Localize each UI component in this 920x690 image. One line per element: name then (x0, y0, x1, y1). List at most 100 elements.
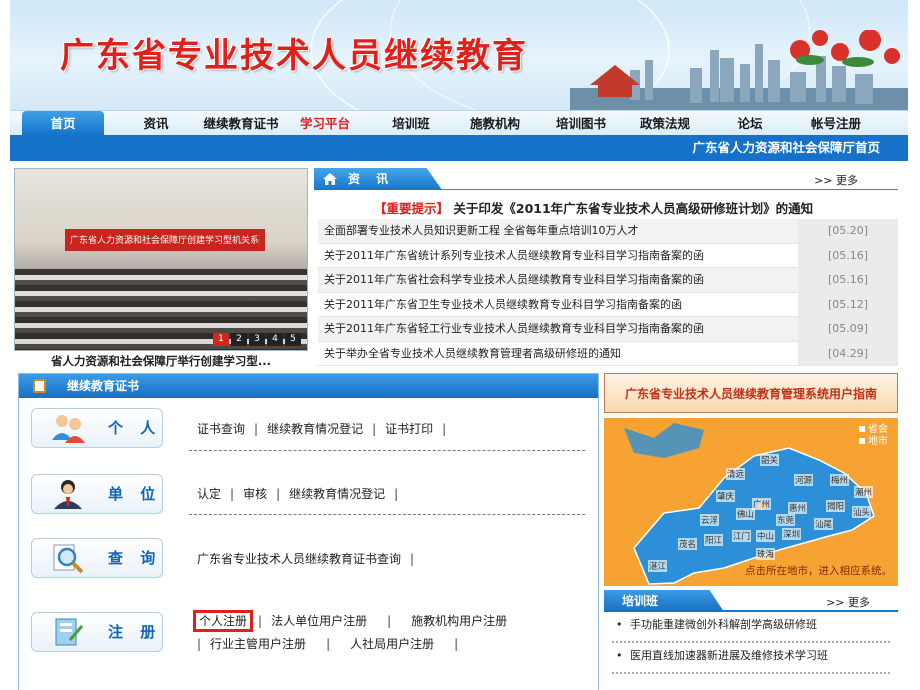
city-zhuhai[interactable]: 珠海 (756, 548, 776, 560)
news-item-date: [05.20] (798, 219, 898, 243)
user-guide-link[interactable]: 广东省专业技术人员继续教育管理系统用户指南 (604, 373, 898, 413)
city-shantou[interactable]: 汕头 (852, 506, 872, 518)
link-industry-admin-register[interactable]: 行业主管用户注册 (210, 637, 306, 651)
city-zhanjiang[interactable]: 湛江 (648, 560, 668, 572)
news-item-title[interactable]: 关于2011年广东省统计系列专业技术人员继续教育专业科目学习指南备案的函 (318, 244, 798, 268)
news-item[interactable]: 关于2011年广东省统计系列专业技术人员继续教育专业科目学习指南备案的函 [05.… (318, 243, 898, 268)
link-personal-register[interactable]: 个人注册 (192, 610, 254, 632)
important-notice[interactable]: 【重要提示】 关于印发《2011年广东省专业技术人员高级研修班计划》的通知 (374, 198, 813, 217)
divider (189, 514, 585, 515)
nav-policies[interactable]: 政策法规 (630, 111, 700, 136)
news-item-date: [05.12] (798, 292, 898, 316)
training-panel: 培训班 >> 更多 手功能重建微创外科解剖学高级研修班 医用直线加速器新进展及维… (604, 590, 898, 690)
query-button[interactable]: 查 询 (31, 538, 163, 578)
link-education-record[interactable]: 继续教育情况登记 (267, 422, 363, 436)
link-institution-register[interactable]: 施教机构用户注册 (411, 614, 507, 628)
training-title[interactable]: 培训班 (604, 590, 724, 612)
nav-training[interactable]: 培训班 (380, 111, 442, 136)
city-zhongshan[interactable]: 中山 (756, 530, 776, 542)
unit-links: 认定 | 审核 | 继续教育情况登记 | (197, 487, 399, 501)
city-shaoguan[interactable]: 韶关 (760, 454, 780, 466)
link-certificate-query[interactable]: 证书查询 (197, 422, 245, 436)
news-item-title[interactable]: 关于2011年广东省卫生专业技术人员继续教育专业科目学习指南备案的函 (318, 293, 798, 317)
photo-page-4[interactable]: 4 (267, 333, 283, 346)
nav-news[interactable]: 资讯 (128, 111, 184, 136)
news-item[interactable]: 全面部署专业技术人员知识更新工程 全省每年重点培训10万人才 [05.20] (318, 219, 898, 244)
nav-forum[interactable]: 论坛 (722, 111, 778, 136)
link-review[interactable]: 审核 (243, 487, 267, 501)
news-item-title[interactable]: 关于举办全省专业技术人员继续教育管理者高级研修班的通知 (318, 342, 798, 366)
nav-home[interactable]: 首页 (22, 111, 104, 136)
link-accreditation[interactable]: 认定 (197, 487, 221, 501)
training-item[interactable]: 医用直线加速器新进展及维修技术学习班 (612, 643, 890, 674)
photo-page-2[interactable]: 2 (231, 333, 247, 346)
city-dongguan[interactable]: 东莞 (776, 514, 796, 526)
news-item-title[interactable]: 关于2011年广东省社会科学专业技术人员继续教育专业科目学习指南备案的函 (318, 268, 798, 292)
link-provincial-certificate-query[interactable]: 广东省专业技术人员继续教育证书查询 (197, 552, 401, 566)
training-more-link[interactable]: >> 更多 (826, 594, 870, 610)
city-shenzhen[interactable]: 深圳 (782, 528, 802, 540)
training-item[interactable]: 手功能重建微创外科解剖学高级研修班 (612, 612, 890, 643)
city-yangjiang[interactable]: 阳江 (704, 534, 724, 546)
news-tab[interactable]: 资 讯 (314, 168, 442, 190)
news-item[interactable]: 关于2011年广东省卫生专业技术人员继续教育专业科目学习指南备案的函 [05.12… (318, 292, 898, 317)
query-links: 广东省专业技术人员继续教育证书查询 | (197, 552, 415, 566)
photo-page-5[interactable]: 5 (285, 333, 301, 346)
header-banner: 广东省专业技术人员继续教育 (10, 0, 908, 110)
city-meizhou[interactable]: 梅州 (830, 474, 850, 486)
link-legal-entity-register[interactable]: 法人单位用户注册 (271, 614, 367, 628)
city-qingyuan[interactable]: 清远 (726, 468, 746, 480)
news-item[interactable]: 关于2011年广东省社会科学专业技术人员继续教育专业科目学习指南备案的函 [05.… (318, 268, 898, 293)
unit-button[interactable]: 单 位 (31, 474, 163, 514)
city-heyuan[interactable]: 河源 (794, 474, 814, 486)
magnifier-icon (53, 544, 84, 574)
nav-account-register[interactable]: 帐号注册 (800, 111, 872, 136)
news-item-title[interactable]: 全面部署专业技术人员知识更新工程 全省每年重点培训10万人才 (318, 219, 798, 243)
divider (189, 450, 585, 451)
training-header: 培训班 >> 更多 (604, 590, 898, 612)
news-item[interactable]: 关于举办全省专业技术人员继续教育管理者高级研修班的通知 [04.29] (318, 341, 898, 366)
city-skyline-illustration (570, 30, 908, 110)
city-jiangmen[interactable]: 江门 (732, 530, 752, 542)
news-panel: 资 讯 >> 更多 【重要提示】 关于印发《2011年广东省专业技术人员高级研修… (314, 168, 898, 366)
register-links-row-2: | 行业主管用户注册 | 人社局用户注册 | (197, 637, 459, 651)
unit-label: 单 位 (108, 485, 162, 503)
notice-text: 关于印发《2011年广东省专业技术人员高级研修班计划》的通知 (453, 201, 814, 216)
users-icon (52, 415, 85, 443)
nav-books[interactable]: 培训图书 (546, 111, 616, 136)
nav-learning-platform[interactable]: 学习平台 (292, 111, 358, 136)
business-person-icon (54, 480, 82, 509)
map-legend: 省会 地市 (859, 424, 888, 448)
city-maoming[interactable]: 茂名 (678, 538, 698, 550)
personal-label: 个 人 (108, 419, 162, 437)
news-item[interactable]: 关于2011年广东省轻工行业专业技术人员继续教育专业科目学习指南备案的函 [05.… (318, 317, 898, 342)
photo-page-1[interactable]: 1 (213, 333, 229, 346)
nav-certificate[interactable]: 继续教育证书 (196, 111, 286, 136)
city-zhaoqing[interactable]: 肇庆 (716, 490, 736, 502)
personal-button[interactable]: 个 人 (31, 408, 163, 448)
register-button[interactable]: 注 册 (31, 612, 163, 652)
photo-caption[interactable]: 省人力资源和社会保障厅举行创建学习型... (14, 353, 308, 369)
site-title: 广东省专业技术人员继续教育 (60, 36, 528, 76)
hrss-home-link[interactable]: 广东省人力资源和社会保障厅首页 (692, 135, 880, 161)
link-certificate-print[interactable]: 证书打印 (385, 422, 433, 436)
city-chaozhou[interactable]: 潮州 (854, 486, 874, 498)
city-yunfu[interactable]: 云浮 (700, 514, 720, 526)
photo-page-3[interactable]: 3 (249, 333, 265, 346)
link-hrss-bureau-register[interactable]: 人社局用户注册 (350, 637, 434, 651)
news-item-title[interactable]: 关于2011年广东省轻工行业专业技术人员继续教育专业科目学习指南备案的函 (318, 317, 798, 341)
certificate-header: 继续教育证书 (19, 374, 598, 398)
city-huizhou[interactable]: 惠州 (788, 502, 808, 514)
home-icon (323, 173, 337, 185)
link-unit-education-record[interactable]: 继续教育情况登记 (289, 487, 385, 501)
news-more-link[interactable]: >> 更多 (814, 172, 858, 188)
register-links-row-1: 个人注册 | 法人单位用户注册 | 施教机构用户注册 (192, 610, 508, 632)
city-foshan[interactable]: 佛山 (736, 508, 756, 520)
personal-links: 证书查询 | 继续教育情况登记 | 证书打印 | (197, 422, 447, 436)
news-header: 资 讯 >> 更多 (314, 168, 898, 190)
province-map[interactable]: 省会 地市 韶关 清远 河源 梅州 潮州 揭阳 汕头 汕尾 惠州 广州 肇庆 佛… (604, 418, 898, 586)
city-jieyang[interactable]: 揭阳 (826, 500, 846, 512)
city-shanwei[interactable]: 汕尾 (814, 518, 834, 530)
nav-institutions[interactable]: 施教机构 (460, 111, 530, 136)
news-photo[interactable]: 广东省人力资源和社会保障厅创建学习型机关系列讲座 1 2 3 4 5 (14, 168, 308, 351)
